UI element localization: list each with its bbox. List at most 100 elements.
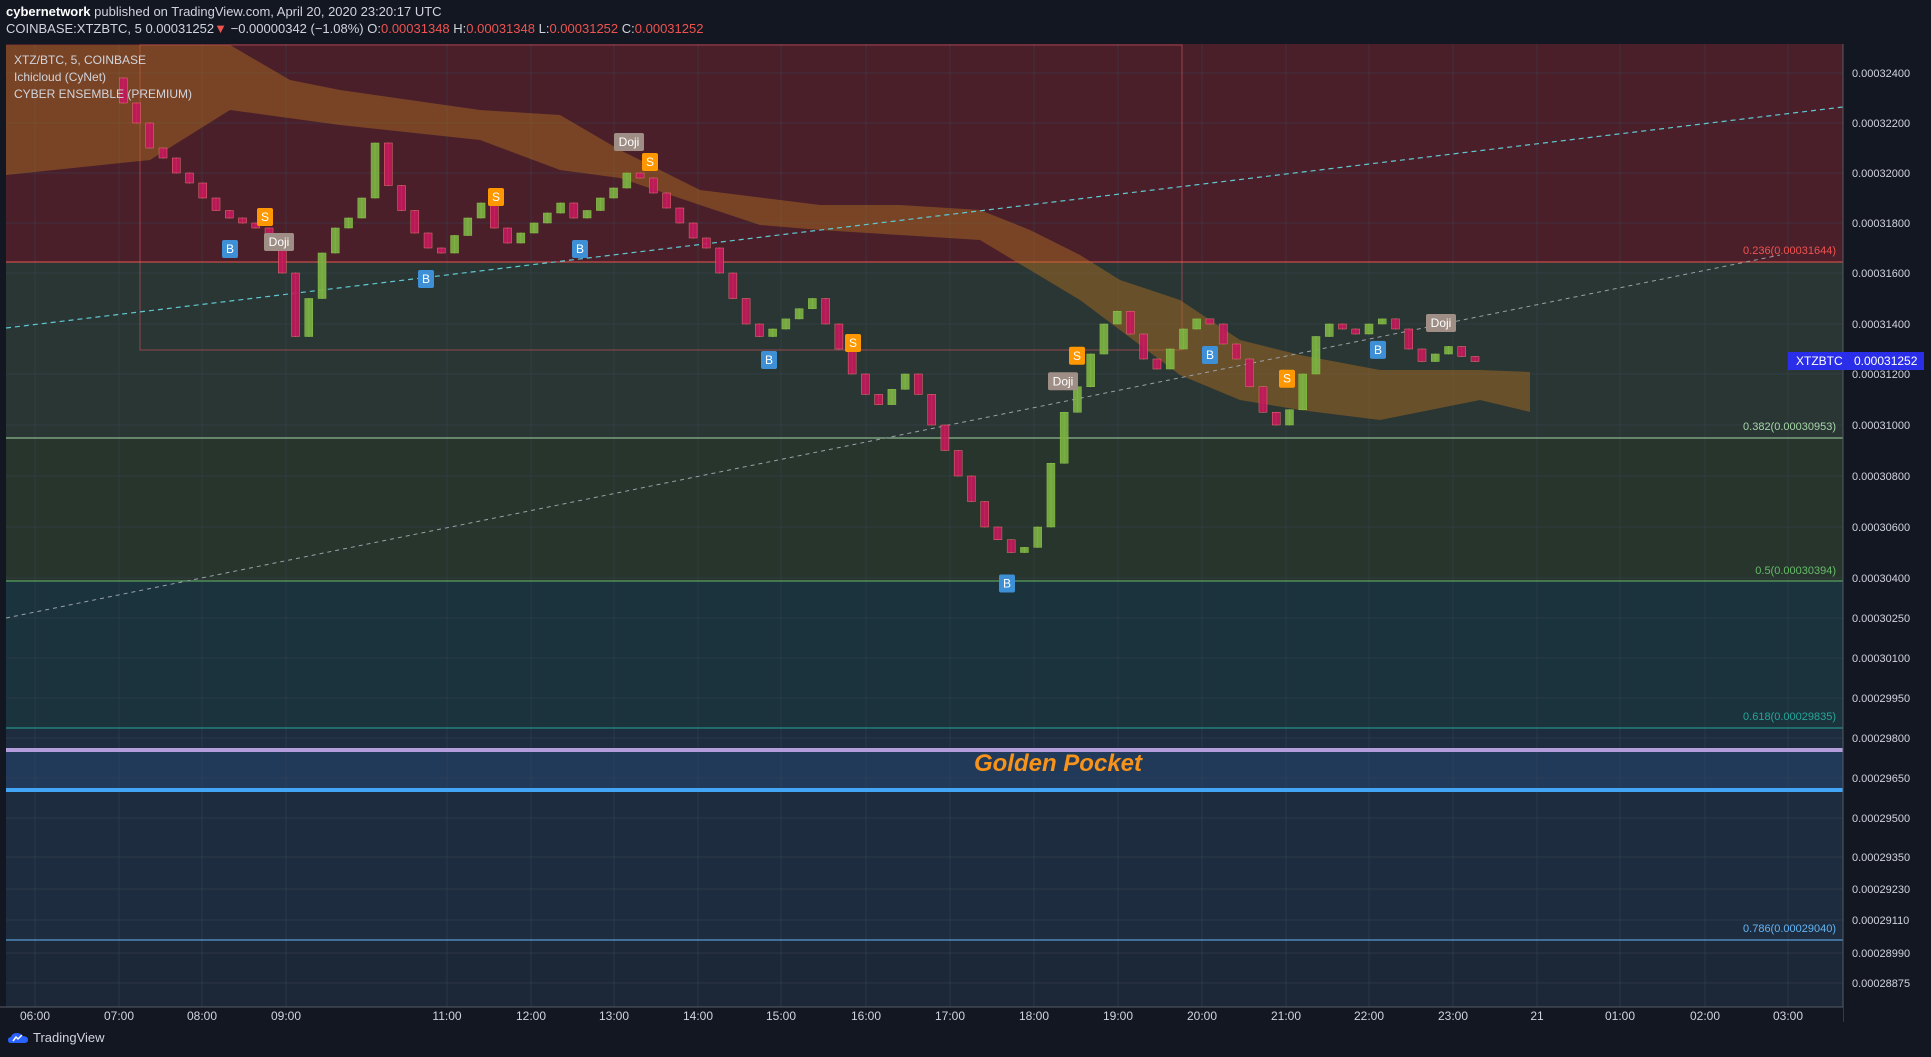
candle-body: [1338, 323, 1347, 330]
y-tick-label: 0.00031400: [1852, 319, 1910, 331]
candle-body: [1218, 323, 1228, 345]
candle-body: [794, 308, 804, 320]
signal-text: B: [765, 353, 773, 367]
signal-text: S: [1283, 372, 1291, 386]
candle-body: [397, 185, 406, 211]
candle-body: [158, 147, 168, 159]
candle-body: [1020, 547, 1029, 553]
candle-body: [1470, 356, 1480, 362]
candle-body: [702, 237, 711, 249]
candle-body: [914, 373, 923, 395]
author-name[interactable]: cybernetwork: [6, 4, 91, 19]
candle-body: [1126, 311, 1135, 335]
signal-text: B: [422, 272, 430, 286]
x-tick-label: 18:00: [1019, 1009, 1049, 1023]
candle-body: [370, 142, 380, 199]
x-tick-label: 20:00: [1187, 1009, 1217, 1023]
candle-body: [582, 210, 592, 219]
fib-label: 0.618(0.00029835): [1743, 711, 1836, 723]
ohlc-line: COINBASE:XTZBTC, 5 0.00031252▼ −0.000003…: [6, 21, 703, 36]
candle-body: [1192, 318, 1201, 330]
down-arrow-icon: ▼: [214, 21, 227, 36]
candle-body: [344, 217, 353, 229]
indicator-legend: XTZ/BTC, 5, COINBASE Ichicloud (CyNet) C…: [14, 52, 192, 103]
candle-body: [635, 172, 645, 179]
candle-body: [1245, 358, 1254, 387]
footer-brand: TradingView: [33, 1030, 105, 1045]
signal-text: B: [1206, 348, 1214, 362]
candle-body: [900, 373, 910, 390]
candle-body: [662, 192, 671, 209]
candle-body: [278, 247, 287, 274]
candle-body: [437, 247, 446, 254]
candle-body: [622, 172, 632, 189]
candle-body: [1006, 539, 1016, 553]
candle-body: [516, 232, 526, 244]
tradingview-logo[interactable]: TradingView: [8, 1030, 105, 1045]
candle-body: [1139, 333, 1148, 360]
signal-text: B: [1003, 577, 1011, 591]
signal-text: S: [849, 336, 857, 350]
chart[interactable]: BSDojiBSBDojiSBSBDojiS BSBDoji 0.236(0.00…: [0, 0, 1931, 1057]
y-tick-label: 0.00029110: [1852, 915, 1909, 927]
open-value: 0.00031348: [380, 21, 450, 36]
candle-body: [423, 232, 433, 249]
legend-symbol[interactable]: XTZ/BTC, 5, COINBASE: [14, 52, 192, 69]
candle-body: [317, 252, 327, 299]
fib-label: 0.5(0.00030394): [1755, 565, 1836, 577]
candle-body: [1404, 328, 1413, 350]
low-label: L:: [538, 21, 550, 36]
candle-body: [993, 526, 1003, 540]
x-tick-label: 02:00: [1690, 1009, 1720, 1023]
candle-body: [304, 298, 314, 337]
candle-body: [847, 348, 857, 375]
signal-text: S: [646, 155, 654, 169]
candle-body: [1112, 311, 1122, 325]
legend-cyber-ensemble[interactable]: CYBER ENSEMBLE (PREMIUM): [14, 86, 192, 103]
candle-body: [476, 202, 486, 219]
candle-body: [1086, 353, 1095, 387]
candle-body: [529, 222, 539, 234]
candle-body: [450, 235, 459, 254]
candle-body: [1285, 409, 1294, 426]
fib-label: 0.236(0.00031644): [1743, 245, 1836, 257]
x-tick-label: 16:00: [851, 1009, 881, 1023]
candle-body: [834, 323, 844, 350]
candle-body: [1457, 346, 1466, 357]
candle-body: [940, 424, 950, 451]
y-tick-label: 0.00030100: [1852, 653, 1910, 665]
footer: TradingView: [0, 1022, 1931, 1057]
signal-text: B: [576, 242, 584, 256]
candle-body: [728, 272, 738, 299]
golden-pocket-zone: [6, 750, 1843, 790]
candle-body: [384, 142, 393, 186]
signal-text: B: [1374, 343, 1382, 357]
candle-body: [463, 217, 473, 236]
candle-body: [741, 298, 751, 325]
candle-body: [609, 187, 618, 199]
candle-body: [887, 389, 897, 405]
fib-label: 0.786(0.00029040): [1743, 923, 1836, 935]
x-tick-label: 21:00: [1271, 1009, 1301, 1023]
candle-body: [768, 328, 777, 337]
y-tick-label: 0.00031600: [1852, 268, 1910, 280]
candle-body: [1444, 346, 1453, 355]
x-tick-label: 22:00: [1354, 1009, 1384, 1023]
candle-body: [1059, 412, 1069, 464]
candle-body: [675, 207, 685, 224]
candle-body: [1377, 318, 1387, 325]
candle-body: [808, 298, 817, 309]
y-tick-label: 0.00031800: [1852, 218, 1910, 230]
candle-body: [927, 394, 936, 426]
candle-body: [861, 373, 870, 395]
y-tick-label: 0.00029950: [1852, 693, 1910, 705]
candle-body: [1298, 373, 1307, 410]
signal-text: S: [1073, 349, 1081, 363]
signal-text: Doji: [1431, 316, 1452, 330]
candle-body: [331, 227, 340, 254]
candle-body: [596, 197, 605, 211]
low-value: 0.00031252: [549, 21, 619, 36]
legend-ichicloud[interactable]: Ichicloud (CyNet): [14, 69, 192, 86]
y-tick-label: 0.00028875: [1852, 978, 1910, 990]
candle-body: [291, 272, 300, 337]
